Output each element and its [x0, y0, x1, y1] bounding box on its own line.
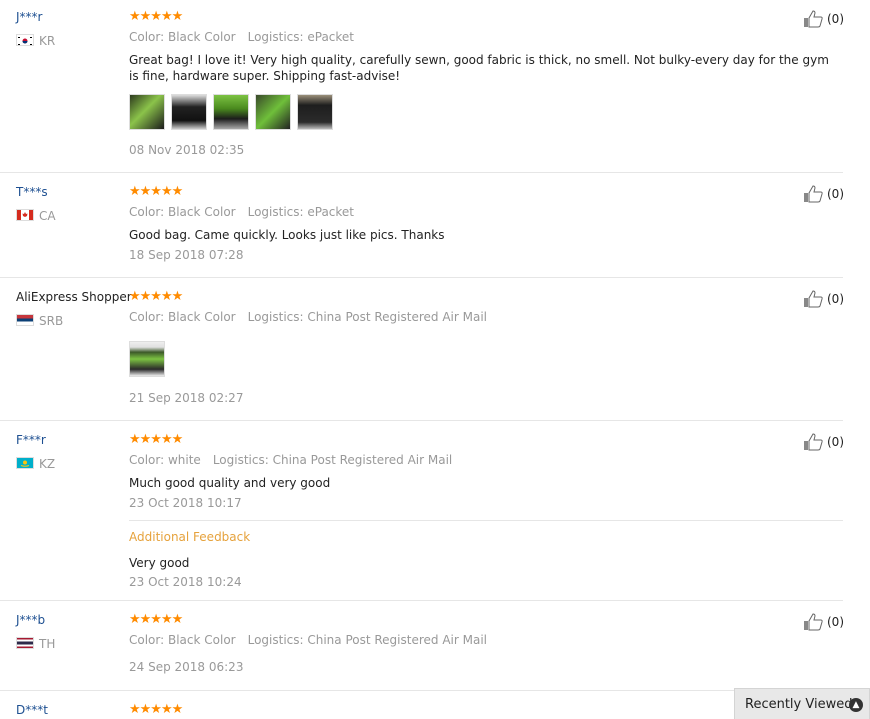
review-photo[interactable] — [255, 94, 291, 130]
reviewer-country: CA — [16, 209, 56, 223]
country-code: CA — [39, 209, 56, 223]
reviewer-country: TH — [16, 637, 55, 651]
review-date: 18 Sep 2018 07:28 — [129, 248, 244, 262]
flag-kr-icon — [16, 34, 34, 46]
additional-divider — [129, 520, 843, 521]
helpful-count: (0) — [827, 292, 844, 306]
color-attr: Color: Black Color — [129, 205, 236, 219]
thumbs-up-icon — [804, 185, 823, 203]
review-text: Great bag! I love it! Very high quality,… — [129, 53, 829, 83]
helpful-button[interactable]: (0) — [803, 290, 844, 308]
logistics-attr: Logistics: China Post Registered Air Mai… — [212, 453, 453, 467]
product-attributes: Color: Black Color Logistics: China Post … — [129, 633, 487, 647]
thumbs-up-icon — [804, 10, 823, 28]
star-rating: ★★★★★ — [129, 184, 183, 199]
color-attr: Color: Black Color — [129, 310, 236, 324]
reviewer-country: SRB — [16, 314, 63, 328]
review-2: T***s CA ★★★★★ Color: Black Color Logisti… — [0, 173, 844, 278]
thumbs-up-icon — [804, 290, 823, 308]
helpful-count: (0) — [827, 12, 844, 26]
review-date: 23 Oct 2018 10:17 — [129, 496, 242, 510]
helpful-count: (0) — [827, 187, 844, 201]
star-rating: ★★★★★ — [129, 9, 183, 24]
reviewer-name[interactable]: T***s — [16, 185, 48, 199]
review-1: J***r KR ★★★★★ Color: Black Color Logisti… — [0, 0, 844, 173]
review-date: 21 Sep 2018 02:27 — [129, 391, 244, 405]
flag-th-icon — [16, 637, 34, 649]
reviewer-country: KR — [16, 34, 55, 48]
review-photo[interactable] — [213, 94, 249, 130]
country-code: SRB — [39, 314, 64, 328]
helpful-button[interactable]: (0) — [803, 10, 844, 28]
thumbs-up-icon — [804, 613, 823, 631]
flag-ca-icon — [16, 209, 34, 221]
star-rating: ★★★★★ — [129, 289, 183, 304]
color-attr: Color: white — [129, 453, 201, 467]
country-code: KZ — [39, 457, 56, 471]
reviewer-name[interactable]: J***r — [16, 10, 42, 24]
color-attr: Color: Black Color — [129, 633, 236, 647]
product-attributes: Color: Black Color Logistics: China Post … — [129, 310, 487, 324]
color-attr: Color: Black Color — [129, 30, 236, 44]
helpful-button[interactable]: (0) — [803, 433, 844, 451]
logistics-attr: Logistics: ePacket — [247, 205, 354, 219]
review-text: Much good quality and very good — [129, 476, 331, 490]
star-rating: ★★★★★ — [129, 432, 183, 447]
flag-srb-icon — [16, 314, 34, 326]
review-photo[interactable] — [129, 94, 165, 130]
review-photo[interactable] — [297, 94, 333, 130]
thumbs-up-icon — [804, 433, 823, 451]
review-photos — [129, 94, 333, 130]
review-date: 08 Nov 2018 02:35 — [129, 143, 245, 157]
logistics-attr: Logistics: China Post Registered Air Mai… — [247, 310, 487, 324]
reviewer-name[interactable]: F***r — [16, 433, 46, 447]
country-code: KR — [39, 34, 56, 48]
star-rating: ★★★★★ — [129, 612, 183, 627]
reviewer-name[interactable]: J***b — [16, 613, 45, 627]
helpful-button[interactable]: (0) — [803, 613, 844, 631]
review-photos — [129, 341, 165, 377]
review-photo[interactable] — [171, 94, 207, 130]
review-4: F***r KZ ★★★★★ Color: white Logistics: Ch… — [0, 421, 844, 601]
flag-kz-icon — [16, 457, 34, 469]
reviewer-name: AliExpress Shopper — [16, 290, 132, 304]
helpful-button[interactable]: (0) — [803, 185, 844, 203]
reviewer-country: KZ — [16, 457, 55, 471]
reviewer-name[interactable]: D***t — [16, 703, 48, 717]
recently-viewed-tab[interactable]: Recently Viewed ▲ — [734, 688, 870, 719]
additional-feedback-text: Very good — [129, 556, 190, 570]
review-6: D***t ★★★★★ — [0, 691, 843, 719]
logistics-attr: Logistics: China Post Registered Air Mai… — [247, 633, 487, 647]
product-attributes: Color: white Logistics: China Post Regist… — [129, 453, 452, 467]
helpful-count: (0) — [827, 615, 844, 629]
product-attributes: Color: Black Color Logistics: ePacket — [129, 205, 354, 219]
country-code: TH — [39, 637, 56, 651]
review-3: AliExpress Shopper SRB ★★★★★ Color: Blac… — [0, 278, 844, 421]
helpful-count: (0) — [827, 435, 844, 449]
review-text: Good bag. Came quickly. Looks just like … — [129, 228, 445, 242]
star-rating: ★★★★★ — [129, 702, 183, 717]
chevron-up-icon: ▲ — [849, 698, 863, 712]
review-photo[interactable] — [129, 341, 165, 377]
review-date: 24 Sep 2018 06:23 — [129, 660, 244, 674]
logistics-attr: Logistics: ePacket — [247, 30, 354, 44]
additional-feedback-date: 23 Oct 2018 10:24 — [129, 575, 242, 589]
additional-feedback-label: Additional Feedback — [129, 530, 251, 544]
product-attributes: Color: Black Color Logistics: ePacket — [129, 30, 354, 44]
recently-viewed-label: Recently Viewed — [745, 696, 853, 712]
review-5: J***b TH ★★★★★ Color: Black Color Logisti… — [0, 601, 844, 691]
